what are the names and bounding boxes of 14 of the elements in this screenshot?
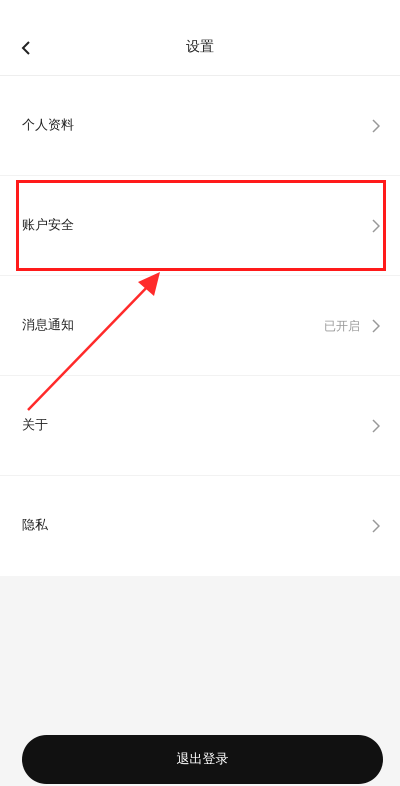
row-label: 隐私 bbox=[22, 517, 49, 536]
row-value: 已开启 bbox=[324, 318, 360, 334]
chevron-icon bbox=[372, 519, 380, 533]
page-title: 设置 bbox=[186, 38, 214, 57]
row-label: 关于 bbox=[22, 416, 49, 435]
row-label: 消息通知 bbox=[22, 316, 75, 335]
chevron-icon bbox=[372, 218, 380, 232]
chevron-icon bbox=[372, 118, 380, 132]
back-icon bbox=[21, 40, 31, 56]
row-label: 个人资料 bbox=[22, 116, 75, 135]
logout-button[interactable]: 退出登录 bbox=[22, 735, 383, 784]
row-label: 账户安全 bbox=[22, 216, 75, 235]
chevron-icon bbox=[372, 318, 380, 332]
chevron-icon bbox=[372, 418, 380, 432]
